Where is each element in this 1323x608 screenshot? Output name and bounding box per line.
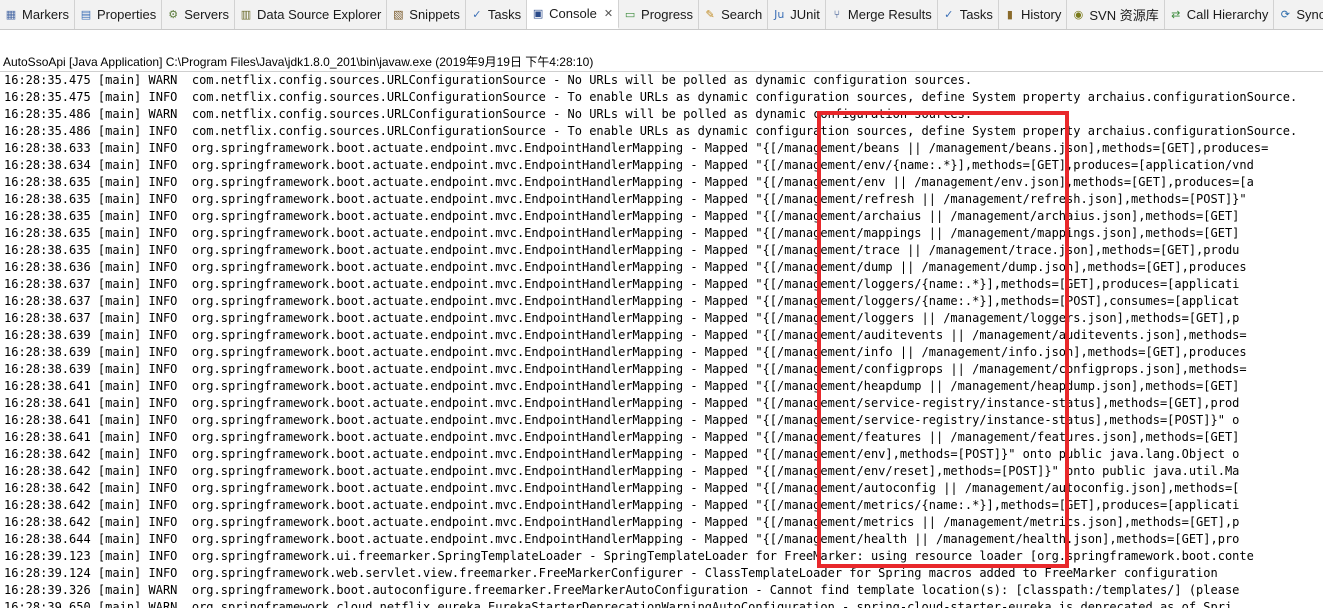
tab-snippets[interactable]: ▧ Snippets — [387, 0, 466, 29]
progress-icon: ▭ — [624, 7, 636, 21]
console-line: 16:28:38.635 [main] INFO org.springframe… — [4, 209, 1240, 223]
tasks-icon: ✓ — [944, 7, 954, 21]
console-icon: ▣ — [532, 6, 544, 20]
console-line: 16:28:35.486 [main] INFO com.netflix.con… — [4, 124, 1298, 138]
console-launch-title: AutoSsoApi [Java Application] C:\Program… — [3, 55, 594, 69]
console-line: 16:28:38.639 [main] INFO org.springframe… — [4, 362, 1247, 376]
console-line: 16:28:38.635 [main] INFO org.springframe… — [4, 226, 1240, 240]
tab-junit[interactable]: Ju JUnit — [768, 0, 826, 29]
console-line: 16:28:38.633 [main] INFO org.springframe… — [4, 141, 1269, 155]
tab-search[interactable]: ✎ Search — [699, 0, 769, 29]
tab-servers[interactable]: ⚙ Servers — [162, 0, 235, 29]
console-line: 16:28:38.635 [main] INFO org.springframe… — [4, 192, 1247, 206]
tab-label: Progress — [641, 7, 694, 22]
tab-console[interactable]: ▣ Console ✕ — [527, 0, 620, 29]
synchronize-icon: ⟳ — [1280, 7, 1290, 21]
tasks-icon: ✓ — [472, 7, 482, 21]
console-line: 16:28:38.644 [main] INFO org.springframe… — [4, 532, 1240, 546]
console-line: 16:28:38.635 [main] INFO org.springframe… — [4, 243, 1240, 257]
tab-label: Snippets — [409, 7, 460, 22]
tab-label: Servers — [184, 7, 229, 22]
console-line: 16:28:38.641 [main] INFO org.springframe… — [4, 430, 1240, 444]
close-icon[interactable]: ✕ — [604, 7, 613, 20]
tab-label: Tasks — [959, 7, 993, 22]
tab-merge-results[interactable]: ⑂ Merge Results — [826, 0, 938, 29]
console-line: 16:28:38.642 [main] INFO org.springframe… — [4, 464, 1240, 478]
console-line: 16:28:38.641 [main] INFO org.springframe… — [4, 396, 1240, 410]
console-line: 16:28:38.637 [main] INFO org.springframe… — [4, 277, 1240, 291]
console-line: 16:28:38.642 [main] INFO org.springframe… — [4, 481, 1240, 495]
console-line: 16:28:35.475 [main] INFO com.netflix.con… — [4, 90, 1298, 104]
console-line: 16:28:38.642 [main] INFO org.springframe… — [4, 515, 1240, 529]
properties-icon: ▤ — [80, 7, 92, 21]
tab-data-source-explorer[interactable]: ▥ Data Source Explorer — [235, 0, 388, 29]
tab-properties[interactable]: ▤ Properties — [75, 0, 163, 29]
tab-tasks[interactable]: ✓ Tasks — [938, 0, 999, 29]
console-line: 16:28:39.123 [main] INFO org.springframe… — [4, 549, 1254, 563]
tab-tasks[interactable]: ✓ Tasks — [466, 0, 528, 29]
tab-label: History — [1020, 7, 1062, 22]
tab-call-hierarchy[interactable]: ⇄ Call Hierarchy — [1165, 0, 1275, 29]
console-line: 16:28:39.326 [main] WARN org.springframe… — [4, 583, 1240, 597]
console-line: 16:28:39.124 [main] INFO org.springframe… — [4, 566, 1218, 580]
console-toolbar-area — [0, 30, 1323, 50]
search-icon: ✎ — [705, 7, 715, 21]
console-line: 16:28:35.475 [main] WARN com.netflix.con… — [4, 73, 973, 87]
tab-svn[interactable]: ◉ SVN 资源库 — [1067, 0, 1165, 29]
tab-progress[interactable]: ▭ Progress — [619, 0, 700, 29]
console-output[interactable]: 16:28:35.475 [main] WARN com.netflix.con… — [0, 71, 1323, 608]
snippets-icon: ▧ — [393, 7, 404, 21]
tab-label: Search — [721, 7, 763, 22]
tab-label: SVN 资源库 — [1089, 8, 1159, 23]
console-line: 16:28:38.635 [main] INFO org.springframe… — [4, 175, 1254, 189]
tab-label: Merge Results — [847, 7, 932, 22]
tab-label: Call Hierarchy — [1186, 7, 1269, 22]
markers-icon: ▦ — [5, 7, 17, 21]
svn-icon: ◉ — [1073, 7, 1084, 21]
console-line: 16:28:38.642 [main] INFO org.springframe… — [4, 498, 1240, 512]
console-line: 16:28:38.637 [main] INFO org.springframe… — [4, 311, 1240, 325]
tab-label: Console — [549, 6, 597, 21]
tab-label: Markers — [22, 7, 69, 22]
console-line: 16:28:38.639 [main] INFO org.springframe… — [4, 345, 1247, 359]
merge-icon: ⑂ — [833, 7, 841, 21]
console-line: 16:28:38.637 [main] INFO org.springframe… — [4, 294, 1240, 308]
console-line: 16:28:38.636 [main] INFO org.springframe… — [4, 260, 1247, 274]
console-line: 16:28:38.639 [main] INFO org.springframe… — [4, 328, 1247, 342]
history-icon: ▮ — [1006, 7, 1013, 21]
data-source-icon: ▥ — [240, 7, 252, 21]
call-hierarchy-icon: ⇄ — [1171, 7, 1181, 21]
view-tab-bar: ▦ Markers ▤ Properties ⚙ Servers ▥ Data Source … — [0, 0, 1323, 30]
tab-synch[interactable]: ⟳ Synch — [1274, 0, 1323, 29]
console-line: 16:28:38.642 [main] INFO org.springframe… — [4, 447, 1240, 461]
tab-label: Data Source Explorer — [257, 7, 382, 22]
servers-icon: ⚙ — [168, 7, 179, 21]
tab-label: JUnit — [790, 7, 820, 22]
tab-history[interactable]: ▮ History — [999, 0, 1068, 29]
tab-label: Properties — [96, 7, 157, 22]
console-line: 16:28:38.641 [main] INFO org.springframe… — [4, 413, 1240, 427]
tab-markers[interactable]: ▦ Markers — [0, 0, 75, 29]
tab-label: Synch — [1296, 7, 1323, 22]
console-line: 16:28:38.641 [main] INFO org.springframe… — [4, 379, 1240, 393]
console-line: 16:28:35.486 [main] WARN com.netflix.con… — [4, 107, 973, 121]
console-line: 16:28:38.634 [main] INFO org.springframe… — [4, 158, 1254, 172]
tab-label: Tasks — [487, 7, 522, 22]
junit-icon: Ju — [774, 7, 785, 21]
